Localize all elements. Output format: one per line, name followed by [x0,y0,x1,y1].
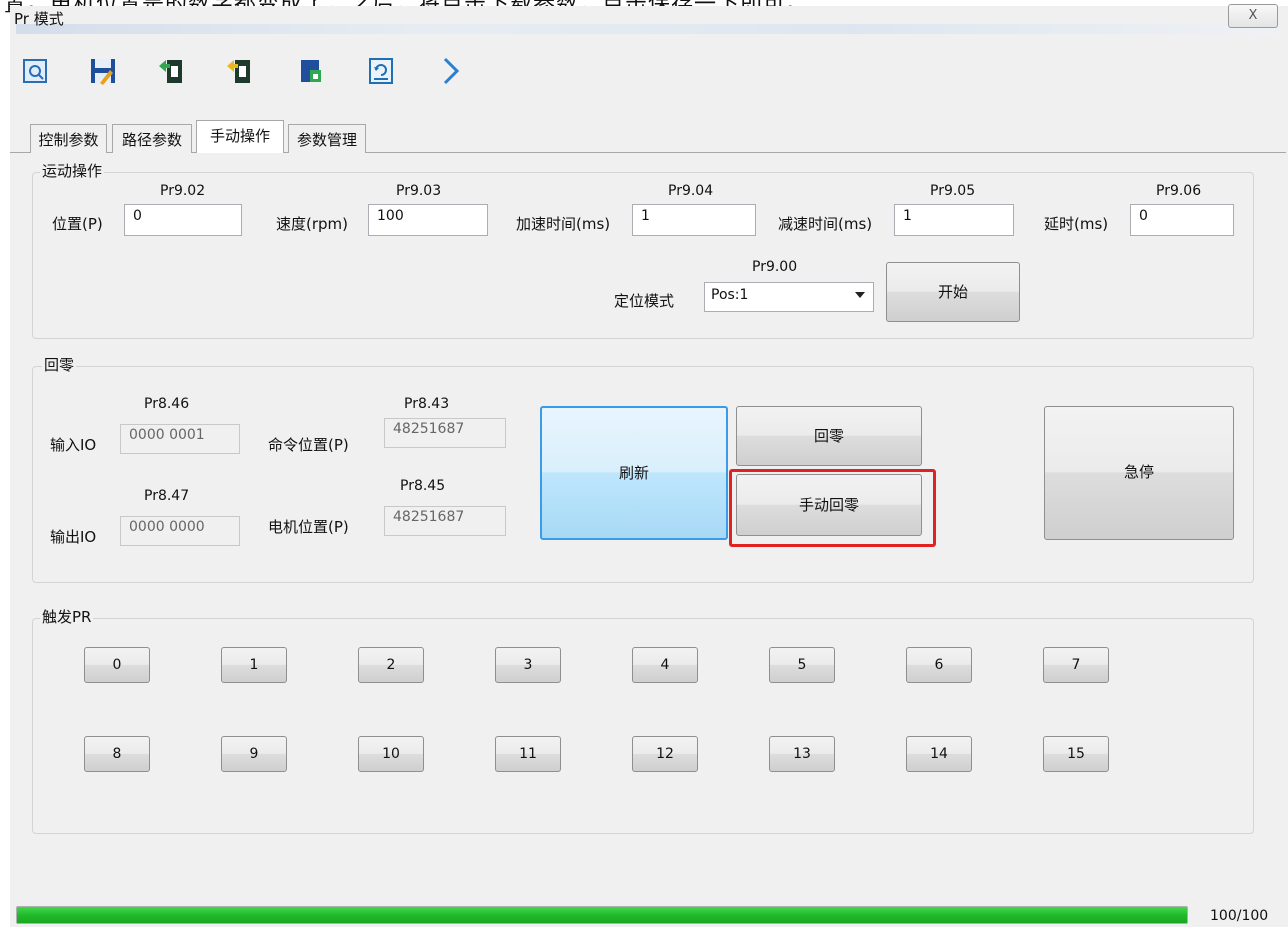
trigger-pr-button[interactable]: 0 [84,647,150,683]
progress-bar [16,906,1188,924]
param-id-label: Pr9.05 [930,183,976,199]
start-button[interactable]: 开始 [886,262,1020,322]
save-to-drive-icon[interactable] [296,56,326,86]
trigger-pr-button[interactable]: 9 [221,736,287,772]
download-icon[interactable] [224,56,254,86]
output-io-field: 0000 0000 [120,516,240,546]
motor-position-field: 48251687 [384,506,506,536]
command-position-field: 48251687 [384,418,506,448]
emergency-stop-button[interactable]: 急停 [1044,406,1234,540]
delay-input[interactable]: 0 [1130,204,1234,236]
positioning-mode-value: Pos:1 [711,287,749,303]
param-id-label: Pr8.46 [144,396,190,412]
trigger-pr-group-title: 触发PR [40,606,94,627]
refresh-button[interactable]: 刷新 [540,406,728,540]
trigger-pr-button[interactable]: 5 [769,647,835,683]
homing-group-title: 回零 [42,354,77,375]
motor-position-label: 电机位置(P) [268,518,349,536]
trigger-pr-button[interactable]: 10 [358,736,424,772]
close-icon: X [1248,8,1258,23]
output-io-label: 输出IO [50,528,97,546]
input-io-label: 输入IO [50,436,97,454]
delay-label: 延时(ms) [1044,215,1109,233]
decel-time-input[interactable]: 1 [894,204,1014,236]
param-id-label: Pr9.03 [396,183,442,199]
positioning-mode-label: 定位模式 [614,292,675,310]
tab-control-params[interactable]: 控制参数 [30,124,107,153]
trigger-pr-button[interactable]: 14 [906,736,972,772]
accel-time-label: 加速时间(ms) [516,215,611,233]
window-title-bar [16,24,1276,34]
trigger-pr-button[interactable]: 1 [221,647,287,683]
trigger-pr-button[interactable]: 8 [84,736,150,772]
window-title: Pr 模式 [14,10,64,28]
param-id-label: Pr9.04 [668,183,714,199]
param-id-label: Pr9.06 [1156,183,1202,199]
trigger-pr-button[interactable]: 6 [906,647,972,683]
progress-bar-fill [17,907,1187,923]
trigger-pr-button[interactable]: 15 [1043,736,1109,772]
command-position-label: 命令位置(P) [268,436,349,454]
input-io-field: 0000 0001 [120,424,240,454]
param-id-label: Pr8.43 [404,396,450,412]
position-input[interactable]: 0 [124,204,242,236]
tab-param-management[interactable]: 参数管理 [288,124,366,153]
trigger-pr-button[interactable]: 12 [632,736,698,772]
manual-home-button[interactable]: 手动回零 [736,474,922,536]
speed-label: 速度(rpm) [276,215,349,233]
param-id-label: Pr8.45 [400,478,446,494]
trigger-pr-button[interactable]: 11 [495,736,561,772]
accel-time-input[interactable]: 1 [632,204,756,236]
tab-path-params[interactable]: 路径参数 [112,124,192,153]
close-button[interactable]: X [1228,4,1278,28]
trigger-pr-button[interactable]: 3 [495,647,561,683]
save-icon[interactable] [88,56,118,86]
trigger-pr-button[interactable]: 7 [1043,647,1109,683]
positioning-mode-select[interactable]: Pos:1 [704,282,874,312]
decel-time-label: 减速时间(ms) [778,215,873,233]
trigger-pr-button[interactable]: 4 [632,647,698,683]
param-id-label: Pr9.00 [752,259,798,275]
speed-input[interactable]: 100 [368,204,488,236]
position-label: 位置(P) [52,215,103,233]
motion-group [32,172,1254,339]
reset-icon[interactable] [366,56,396,86]
tab-manual-operation[interactable]: 手动操作 [196,120,284,153]
next-icon[interactable] [436,56,466,86]
trigger-pr-button[interactable]: 13 [769,736,835,772]
progress-text: 100/100 [1210,908,1269,924]
upload-icon[interactable] [156,56,186,86]
trigger-pr-button[interactable]: 2 [358,647,424,683]
motion-group-title: 运动操作 [40,160,105,181]
param-id-label: Pr8.47 [144,488,190,504]
chevron-down-icon [855,292,865,298]
home-button[interactable]: 回零 [736,406,922,466]
open-icon[interactable] [20,56,50,86]
param-id-label: Pr9.02 [160,183,206,199]
